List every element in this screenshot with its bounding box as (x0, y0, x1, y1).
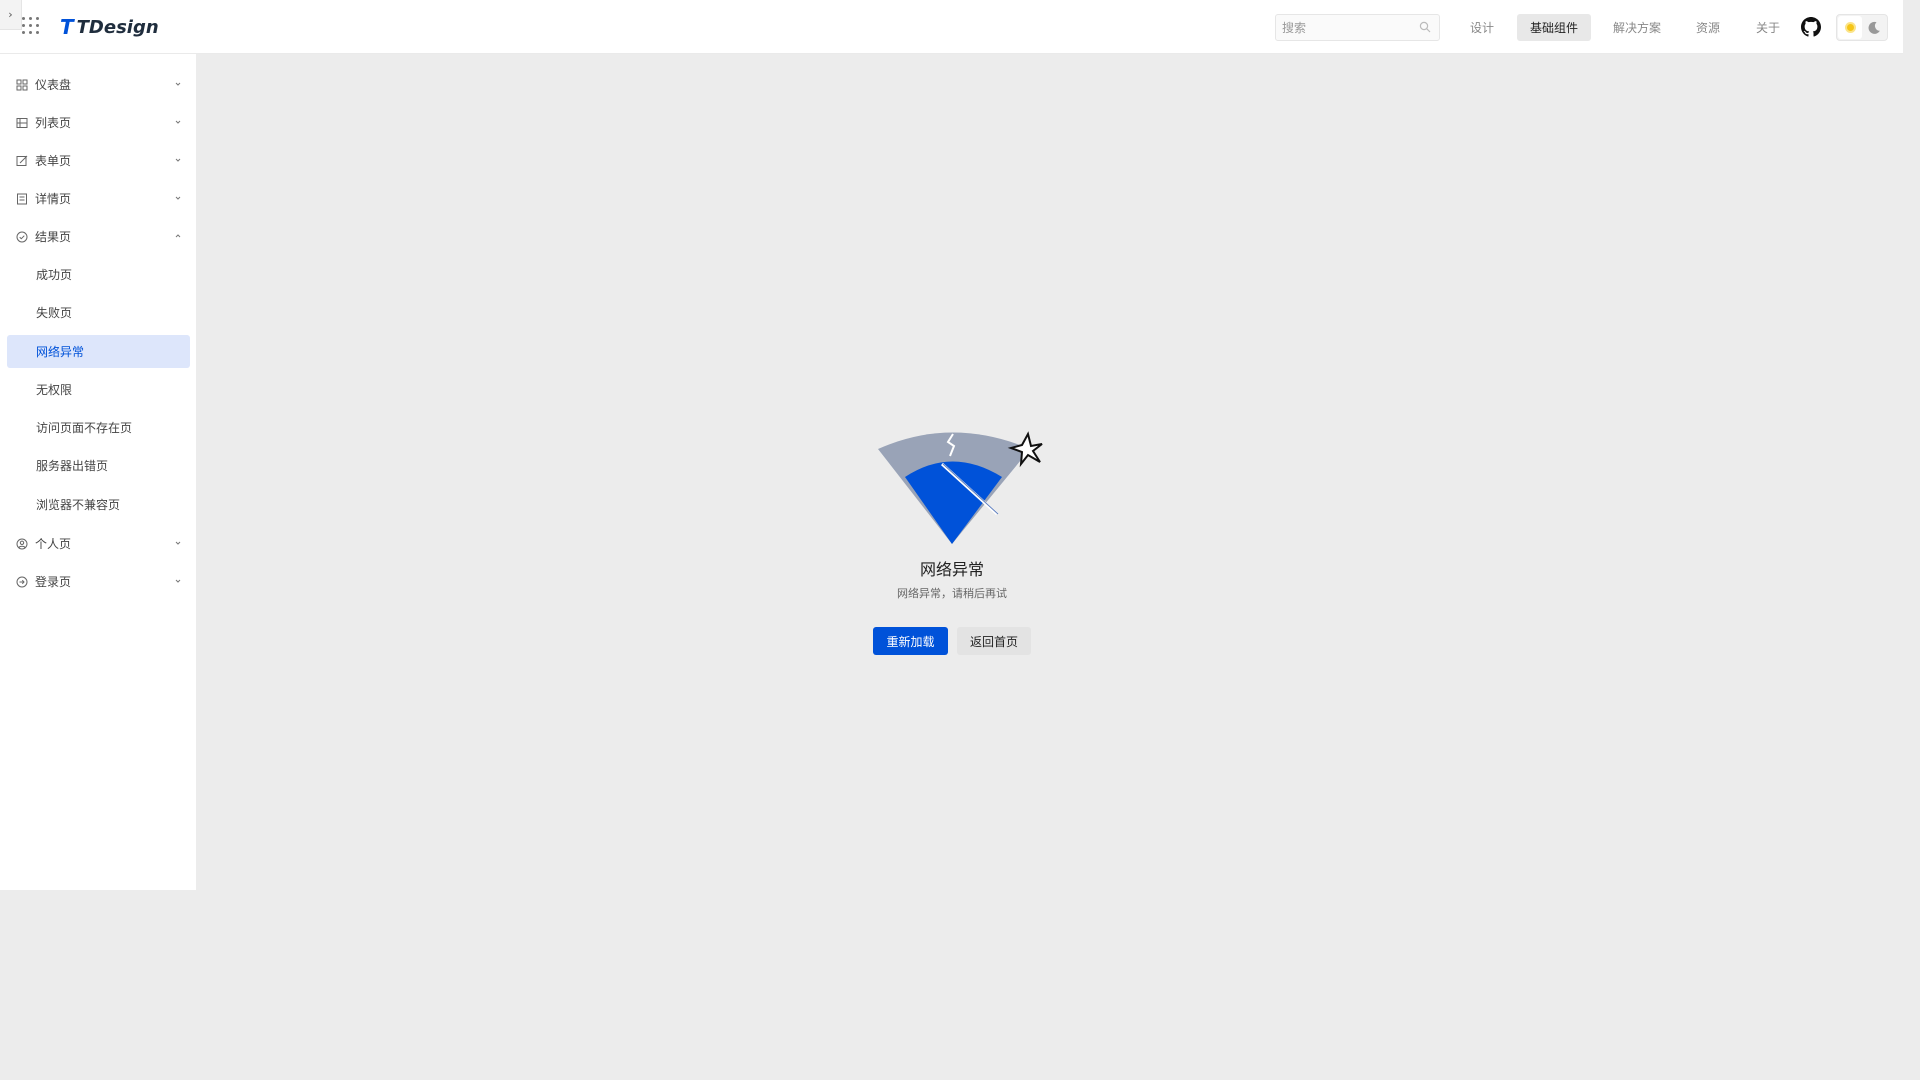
moon-icon[interactable] (1867, 21, 1881, 35)
top-header: › T TDesign 设计 基础组件 解决方案 资源 关于 (0, 0, 1903, 54)
check-circle-icon (16, 231, 28, 242)
sidebar-item-label: 列表页 (35, 116, 72, 130)
logo-text: TDesign (76, 16, 159, 38)
chevron-down-icon (175, 579, 181, 583)
logo-mark: T (60, 15, 74, 39)
sidebar-subitem-fail[interactable]: 失败页 (7, 296, 190, 329)
sidebar-subitem-network-error[interactable]: 网络异常 (7, 335, 190, 368)
chevron-down-icon (175, 196, 181, 200)
nav-components[interactable]: 基础组件 (1517, 14, 1591, 41)
sidebar-item-label: 表单页 (35, 154, 72, 168)
sidebar-subitem-not-found[interactable]: 访问页面不存在页 (7, 411, 190, 444)
logo[interactable]: T TDesign (60, 13, 159, 41)
sidebar-expand-toggle[interactable]: › (0, 0, 22, 30)
search-input[interactable] (1276, 15, 1406, 40)
user-circle-icon (16, 538, 28, 549)
sidebar-item-label: 仪表盘 (35, 78, 72, 92)
sidebar-item-result[interactable]: 结果页 (7, 220, 190, 253)
sidebar-item-form[interactable]: 表单页 (7, 144, 190, 177)
sidebar-item-detail[interactable]: 详情页 (7, 182, 190, 215)
sidebar-subitem-browser-incompatible[interactable]: 浏览器不兼容页 (7, 488, 190, 521)
sidebar-subitem-no-permission[interactable]: 无权限 (7, 373, 190, 406)
detail-icon (17, 193, 27, 204)
result-description: 网络异常，请稍后再试 (897, 587, 1007, 600)
sidebar: 仪表盘 列表页 表单页 详情页 结果页 成功页 失败页 网络异常 无权限 访问页… (0, 54, 196, 890)
right-scroll-gutter (1903, 0, 1920, 1080)
nav-about[interactable]: 关于 (1743, 14, 1793, 41)
sun-icon[interactable] (1838, 16, 1862, 39)
list-icon (16, 117, 28, 128)
sidebar-item-login[interactable]: 登录页 (7, 565, 190, 598)
theme-toggle[interactable] (1836, 14, 1888, 41)
login-icon (16, 576, 28, 587)
sidebar-item-dashboard[interactable]: 仪表盘 (7, 68, 190, 101)
sidebar-subitem-success[interactable]: 成功页 (7, 258, 190, 291)
sidebar-item-label: 个人页 (35, 537, 72, 551)
nav-design[interactable]: 设计 (1457, 14, 1507, 41)
chevron-down-icon (175, 82, 181, 86)
sidebar-subitem-server-error[interactable]: 服务器出错页 (7, 449, 190, 482)
sidebar-item-label: 结果页 (35, 230, 72, 244)
reload-button[interactable]: 重新加载 (873, 627, 948, 655)
sidebar-item-label: 详情页 (35, 192, 72, 206)
back-home-button[interactable]: 返回首页 (957, 627, 1031, 655)
dashboard-icon (16, 79, 28, 90)
form-edit-icon (16, 155, 28, 166)
nav-resources[interactable]: 资源 (1683, 14, 1733, 41)
chevron-up-icon (175, 234, 181, 238)
github-icon[interactable] (1801, 17, 1821, 37)
nav-solutions[interactable]: 解决方案 (1601, 14, 1673, 41)
sidebar-item-list[interactable]: 列表页 (7, 106, 190, 139)
search-icon[interactable] (1419, 21, 1431, 33)
network-error-illustration (878, 431, 1043, 544)
chevron-down-icon (175, 120, 181, 124)
search-box[interactable] (1275, 14, 1440, 41)
chevron-down-icon (175, 541, 181, 545)
result-title: 网络异常 (919, 560, 984, 579)
apps-grid-icon[interactable] (22, 17, 42, 37)
sidebar-item-label: 登录页 (35, 575, 72, 589)
chevron-down-icon (175, 158, 181, 162)
sidebar-item-personal[interactable]: 个人页 (7, 527, 190, 560)
